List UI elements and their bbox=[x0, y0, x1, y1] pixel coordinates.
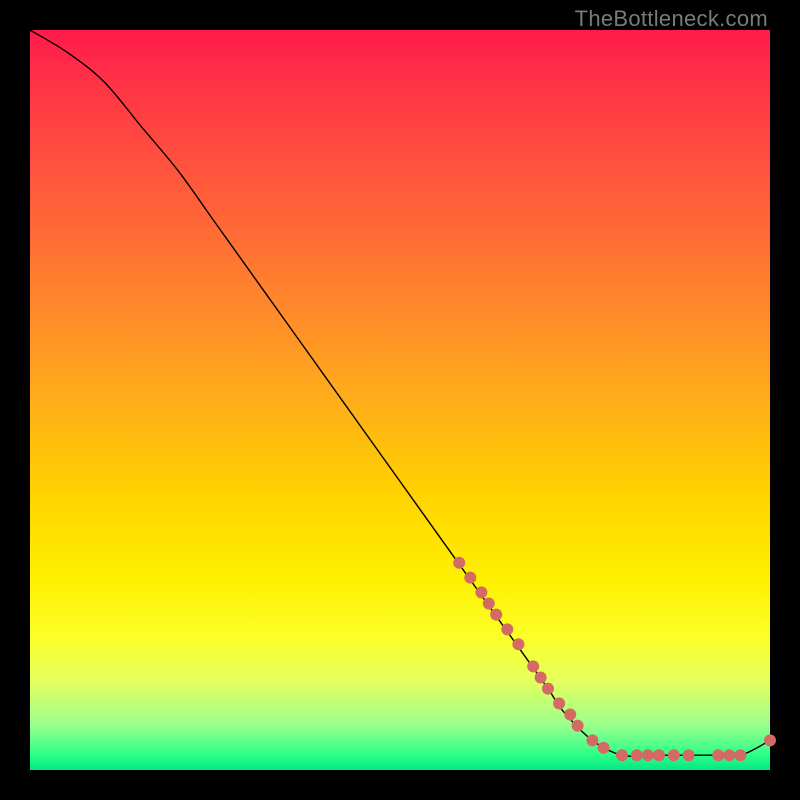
curve-layer bbox=[30, 30, 770, 770]
data-marker bbox=[586, 734, 598, 746]
data-marker bbox=[490, 609, 502, 621]
data-marker bbox=[512, 638, 524, 650]
data-marker bbox=[598, 742, 610, 754]
data-marker bbox=[683, 749, 695, 761]
data-marker bbox=[723, 749, 735, 761]
data-marker bbox=[642, 749, 654, 761]
data-marker bbox=[453, 557, 465, 569]
plot-area bbox=[30, 30, 770, 770]
data-marker bbox=[712, 749, 724, 761]
data-marker bbox=[764, 734, 776, 746]
data-marker bbox=[501, 623, 513, 635]
data-marker bbox=[734, 749, 746, 761]
data-marker bbox=[483, 598, 495, 610]
chart-frame: TheBottleneck.com bbox=[0, 0, 800, 800]
data-marker bbox=[464, 572, 476, 584]
data-marker bbox=[668, 749, 680, 761]
data-marker bbox=[616, 749, 628, 761]
data-marker bbox=[631, 749, 643, 761]
marker-group bbox=[453, 557, 776, 761]
data-marker bbox=[475, 586, 487, 598]
data-marker bbox=[553, 697, 565, 709]
bottleneck-curve bbox=[30, 30, 770, 756]
data-marker bbox=[535, 672, 547, 684]
watermark-text: TheBottleneck.com bbox=[575, 6, 768, 32]
data-marker bbox=[542, 683, 554, 695]
data-marker bbox=[527, 660, 539, 672]
data-marker bbox=[653, 749, 665, 761]
data-marker bbox=[564, 709, 576, 721]
data-marker bbox=[572, 720, 584, 732]
